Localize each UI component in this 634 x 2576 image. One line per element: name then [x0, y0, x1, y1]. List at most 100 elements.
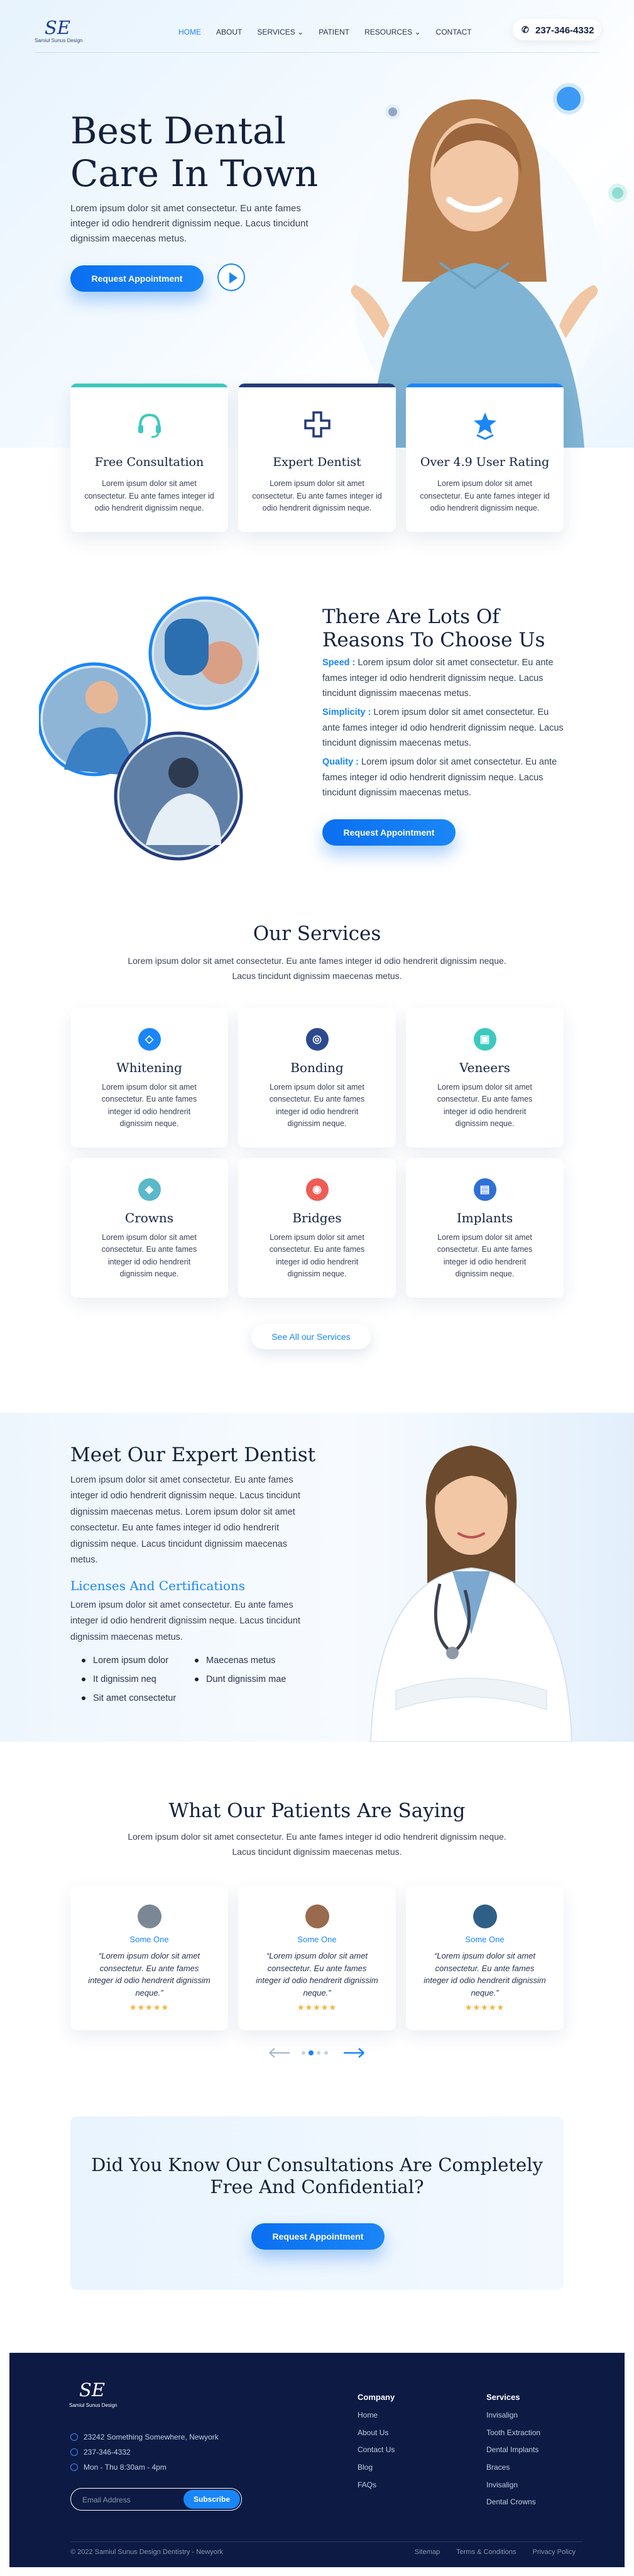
card-accent-bar [238, 384, 396, 387]
testimonial-quote: “Lorem ipsum dolor sit amet consectetur.… [424, 1951, 546, 1998]
location-icon [70, 2433, 78, 2441]
feature-title: Free Consultation [94, 455, 204, 469]
rating-stars: ★★★★★ [464, 2003, 505, 2013]
legal-links: Sitemap Terms & Conditions Privacy Polic… [415, 2547, 576, 2558]
clock-icon [70, 2463, 78, 2471]
email-input[interactable]: Email Address [82, 2494, 131, 2506]
licenses-text: Lorem ipsum dolor sit amet consectetur. … [70, 1600, 300, 1642]
carousel-dot[interactable] [302, 2051, 305, 2055]
arrow-right-icon[interactable] [344, 2048, 364, 2058]
phone-icon [70, 2448, 78, 2456]
footer-column-title: Services [486, 2392, 520, 2402]
play-video-button[interactable] [217, 263, 245, 291]
footer-link[interactable]: Dental Crowns [486, 2496, 540, 2508]
nav-links: HOME ABOUT SERVICES ⌄ PATIENT RESOURCES … [178, 26, 472, 38]
medical-cross-icon [303, 411, 331, 438]
footer-link[interactable]: Invisalign [486, 2479, 540, 2491]
services-title: Our Services [253, 922, 381, 945]
request-appointment-button[interactable]: Request Appointment [251, 2223, 385, 2250]
nav-services[interactable]: SERVICES ⌄ [257, 26, 303, 38]
service-card-whitening[interactable]: ◇ Whitening Lorem ipsum dolor sit amet con… [70, 1008, 228, 1147]
testimonials-subtitle: Lorem ipsum dolor sit amet consectetur. … [128, 1832, 506, 1857]
service-text: Lorem ipsum dolor sit amet consectetur. … [269, 1083, 365, 1129]
logo-subtitle: Samiul Sunus Design [69, 2402, 118, 2408]
footer-link[interactable]: Tooth Extraction [486, 2427, 540, 2439]
feature-card-consultation: Free Consultation Lorem ipsum dolor sit … [70, 384, 228, 532]
header-nav: SE Samiul Sunus Design HOME ABOUT SERVIC… [35, 11, 601, 53]
service-text: Lorem ipsum dolor sit amet consectetur. … [101, 1233, 197, 1279]
nav-contact[interactable]: CONTACT [436, 26, 472, 38]
service-icon: ▤ [473, 1178, 496, 1201]
footer-logo[interactable]: SE Samiul Sunus Design [69, 2381, 117, 2409]
service-title: Bonding [290, 1060, 344, 1075]
nav-home[interactable]: HOME [178, 26, 201, 38]
phone-button[interactable]: ✆ 237-346-4332 [513, 19, 601, 40]
clinic-photo-collage [39, 596, 259, 861]
nav-about[interactable]: ABOUT [216, 26, 242, 38]
terms-link[interactable]: Terms & Conditions [456, 2547, 516, 2558]
service-text: Lorem ipsum dolor sit amet consectetur. … [437, 1083, 533, 1129]
nav-patient[interactable]: PATIENT [319, 26, 349, 38]
footer-link[interactable]: Blog [358, 2462, 395, 2474]
request-appointment-button[interactable]: Request Appointment [322, 819, 456, 846]
service-card-bridges[interactable]: ◉ Bridges Lorem ipsum dolor sit amet conse… [238, 1158, 396, 1298]
carousel-dot[interactable] [317, 2051, 320, 2055]
footer-link[interactable]: FAQs [358, 2479, 395, 2491]
reason-label: Speed : [322, 658, 356, 668]
hero-title: Best Dental Care In Town [70, 109, 319, 195]
service-title: Whitening [116, 1060, 182, 1075]
service-card-implants[interactable]: ▤ Implants Lorem ipsum dolor sit amet cons… [406, 1158, 564, 1298]
sitemap-link[interactable]: Sitemap [415, 2547, 440, 2558]
footer-link[interactable]: About Us [358, 2427, 395, 2439]
footer-link[interactable]: Dental Implants [486, 2444, 540, 2456]
reason-quality: Quality : Lorem ipsum dolor sit amet con… [322, 755, 567, 801]
logo[interactable]: SE Samiul Sunus Design [35, 16, 91, 44]
feature-title: Expert Dentist [273, 455, 361, 469]
reason-speed: Speed : Lorem ipsum dolor sit amet conse… [322, 655, 567, 702]
footer-link[interactable]: Braces [486, 2462, 540, 2474]
cert-bullet: Maecenas metus [195, 1654, 275, 1667]
footer-divider [70, 2541, 583, 2542]
arrow-left-icon[interactable] [269, 2048, 290, 2058]
nav-resources-label: RESOURCES [364, 28, 413, 36]
carousel-dot-active[interactable] [309, 2050, 314, 2055]
cta-title: Did You Know Our Consultations Are Compl… [91, 2154, 543, 2198]
star-badge-icon [473, 412, 496, 440]
service-card-veneers[interactable]: ▣ Veneers Lorem ipsum dolor sit amet conse… [406, 1008, 564, 1147]
reason-label: Quality : [322, 757, 359, 767]
privacy-link[interactable]: Privacy Policy [533, 2547, 576, 2558]
phone-text: 237-346-4332 [84, 2448, 131, 2457]
request-appointment-button[interactable]: Request Appointment [70, 265, 204, 292]
reviewer-name: Some One [465, 1935, 505, 1944]
service-card-bonding[interactable]: ◎ Bonding Lorem ipsum dolor sit amet conse… [238, 1008, 396, 1147]
footer: SE Samiul Sunus Design 23242 Something S… [9, 2353, 625, 2567]
licenses-title: Licenses And Certifications [70, 1578, 246, 1593]
headset-icon [138, 413, 161, 438]
nav-services-label: SERVICES [257, 28, 295, 36]
nav-resources[interactable]: RESOURCES ⌄ [364, 26, 420, 38]
feature-text: Lorem ipsum dolor sit amet consectetur. … [420, 479, 550, 512]
footer-phone[interactable]: 237-346-4332 [70, 2446, 131, 2458]
services-subtitle: Lorem ipsum dolor sit amet consectetur. … [128, 956, 506, 981]
service-icon: ▣ [473, 1028, 496, 1051]
avatar [305, 1904, 329, 1928]
dentist-text: Lorem ipsum dolor sit amet consectetur. … [70, 1475, 300, 1565]
carousel-dot[interactable] [324, 2051, 328, 2055]
service-title: Bridges [292, 1210, 342, 1225]
cert-bullet: Lorem ipsum dolor [82, 1654, 168, 1667]
footer-link[interactable]: Contact Us [358, 2444, 395, 2456]
footer-column-title: Company [358, 2392, 395, 2402]
service-title: Crowns [124, 1210, 174, 1225]
service-icon: ◎ [305, 1028, 329, 1051]
cert-bullet: Sit amet consectetur [82, 1691, 176, 1705]
subscribe-button[interactable]: Subscribe [183, 2490, 240, 2509]
footer-link[interactable]: Invisalign [486, 2409, 540, 2421]
see-all-services-button[interactable]: See All our Services [251, 1324, 371, 1349]
copyright-text: © 2022 Samiul Sunus Design Dentistry - N… [70, 2548, 223, 2556]
service-card-crowns[interactable]: ◈ Crowns Lorem ipsum dolor sit amet consec… [70, 1158, 228, 1298]
logo-subtitle: Samiul Sunus Design [35, 38, 83, 43]
avatar [137, 1904, 161, 1928]
card-accent-bar [70, 384, 228, 387]
phone-number: 237-346-4332 [535, 25, 594, 36]
footer-link[interactable]: Home [358, 2409, 395, 2421]
